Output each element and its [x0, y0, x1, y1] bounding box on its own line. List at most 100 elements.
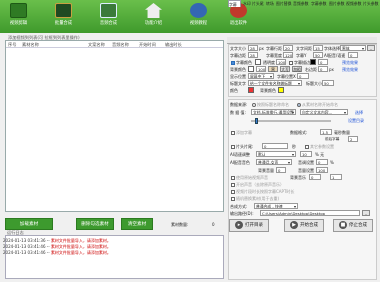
tab-audio[interactable]: 音频参数	[293, 0, 309, 7]
font-color-swatch[interactable]	[255, 59, 261, 65]
toolbar-button-edit[interactable]: 视频剪辑	[5, 3, 32, 31]
toolbar-button-audio[interactable]: 音频合成	[95, 3, 122, 31]
stroke-checkbox[interactable]	[289, 61, 293, 65]
bg-music-input[interactable]: 0	[309, 174, 321, 180]
add-source-button[interactable]: 加载素材	[5, 218, 53, 230]
position-label: 显示位置	[230, 74, 246, 79]
other-params-checkbox[interactable]	[305, 145, 309, 149]
tab-intro[interactable]: 片头尾	[252, 0, 264, 7]
bg-alpha-input[interactable]: 100	[256, 66, 266, 72]
mode-option-1: 按照标题名称命名	[257, 102, 289, 107]
preview-link[interactable]: 预览效果	[342, 60, 358, 66]
right-margin-input[interactable]: 0	[318, 66, 328, 72]
source-count-label: 素材数量:	[171, 222, 189, 227]
font-select[interactable]: 黑体	[340, 45, 366, 51]
delete-selected-button[interactable]: 删除勾选素材	[76, 218, 114, 230]
add-subtitle-checkbox[interactable]	[231, 131, 235, 135]
line-spacing-input[interactable]: 20	[283, 45, 293, 51]
bg-color-swatch[interactable]	[248, 66, 254, 72]
speed-slider-knob[interactable]	[255, 118, 258, 124]
data-value-label: 数 据 值:	[230, 110, 246, 115]
title-size-input[interactable]: 50	[322, 80, 334, 86]
y-input[interactable]: 50	[313, 52, 323, 58]
volume-input[interactable]: 100	[316, 167, 328, 173]
mode-radio-2[interactable]	[297, 103, 301, 107]
y-label: 字幕Y	[296, 53, 307, 58]
title-color-swatch[interactable]	[248, 87, 254, 93]
tab-subtitle[interactable]: 字幕	[228, 0, 241, 7]
title-bg-swatch[interactable]	[278, 87, 284, 93]
tag-upper[interactable]: 大写	[280, 66, 290, 72]
tab-introparams[interactable]: 片头参数	[363, 0, 379, 7]
font-size-unit: px	[259, 46, 264, 51]
orig-sound-checkbox[interactable]	[231, 176, 235, 180]
random-replace-checkbox[interactable]	[231, 197, 235, 201]
width-input[interactable]: 120	[283, 52, 293, 58]
x-input[interactable]: 0	[297, 73, 309, 79]
start-button[interactable]: ▶ 开始合成	[284, 219, 324, 232]
folder-icon: ▸	[235, 220, 243, 229]
browse-button[interactable]: ..	[362, 210, 370, 216]
font-size-input[interactable]: 28	[248, 45, 258, 51]
sub-speed-select[interactable]: 默认	[256, 151, 296, 157]
open-sound-checkbox[interactable]	[231, 183, 235, 187]
choose-link[interactable]: 选择	[355, 110, 363, 116]
orig-sound-label: 使用原始视频声音	[236, 175, 268, 180]
front-back-label: 前后字幕	[325, 137, 340, 141]
data-format-input[interactable]: 1.5	[320, 129, 332, 135]
margin-label: 字幕边距	[230, 53, 246, 58]
intro-outro-checkbox[interactable]	[231, 145, 235, 149]
tag-bold[interactable]: 加粗	[292, 66, 302, 72]
title-text-select[interactable]: 给一个文件夹名称做标题	[248, 80, 302, 86]
toolbar-label: 退出软件	[229, 21, 248, 26]
home-icon	[145, 3, 162, 18]
word-spacing-input[interactable]: 15	[313, 45, 323, 51]
custom-text-select[interactable]: 自定义文本内容...	[300, 109, 348, 115]
pitch-input[interactable]: 0	[316, 159, 328, 165]
font-more-button[interactable]: ..	[367, 45, 375, 51]
file-list-table[interactable]	[5, 40, 224, 212]
bg-volume-input[interactable]: 0	[276, 167, 286, 173]
title-color-label: 颜色	[230, 88, 238, 93]
tab-transition[interactable]: 转场	[266, 0, 274, 7]
stroke-input[interactable]: 0	[318, 59, 328, 65]
mix-mode-select[interactable]: 普通合成 - 快速	[254, 203, 298, 209]
toolbar-button-tutorial[interactable]: 视频教程	[185, 3, 212, 31]
position-select[interactable]: 屏幕中下	[248, 73, 274, 79]
preview-link-2[interactable]: 预览效果	[342, 67, 358, 73]
ai-voice-select[interactable]: 普通话-女声	[256, 159, 292, 165]
margin-input[interactable]: 28	[248, 52, 258, 58]
intro-outro-input[interactable]: 0	[262, 143, 288, 149]
stroke-color-swatch[interactable]	[310, 59, 316, 65]
open-dir-button[interactable]: ▸ 打开目录	[229, 219, 269, 232]
mode-radio-1[interactable]	[252, 103, 256, 107]
output-path-input[interactable]: C:\Users\Admin\Desktop\Desktop	[260, 210, 360, 216]
clear-source-button[interactable]: 清空素材	[121, 218, 153, 230]
tab-watermark[interactable]: 水印	[243, 0, 251, 7]
bg-music-input-2[interactable]: 1	[330, 174, 342, 180]
log-line: 2024-01-13 03:41:46 -- 素材文件批量导入，请添加素材。	[3, 250, 111, 255]
toolbar-button-intro[interactable]: 功能介绍	[140, 3, 167, 31]
clip-duration-checkbox[interactable]	[231, 190, 235, 194]
font-color-checkbox[interactable]	[231, 61, 235, 65]
set-dir-link[interactable]: 设置目录	[348, 118, 364, 124]
alpha-input[interactable]: 100	[276, 59, 286, 65]
tab-imgparams[interactable]: 图片参数	[329, 0, 345, 7]
tag-black[interactable]: 黑	[268, 66, 278, 72]
data-value-select[interactable]: 文档-标准换行-通用设置	[251, 109, 296, 115]
front-back-input[interactable]: 2	[348, 136, 358, 142]
bg-color-label: 背景颜色	[230, 67, 246, 72]
tab-image[interactable]: 图片替换	[276, 0, 292, 7]
ai-speed-input[interactable]: 0	[348, 52, 358, 58]
source-count-value: 0	[212, 222, 215, 227]
speed-slider[interactable]	[251, 120, 331, 122]
intro-outro-label: 片头片尾:	[236, 144, 254, 149]
tab-videoparams[interactable]: 视频参数	[346, 0, 362, 7]
stop-button[interactable]: ■ 停止合成	[333, 219, 373, 232]
tab-subparams[interactable]: 字幕参数	[311, 0, 327, 7]
sub-speed-input[interactable]: 10	[300, 151, 312, 157]
intro-outro-unit: 秒	[292, 144, 296, 149]
open-dir-label: 打开目录	[245, 223, 263, 228]
toolbar-button-batch[interactable]: 批量合成	[50, 3, 77, 31]
video-tutorial-icon	[190, 3, 207, 18]
